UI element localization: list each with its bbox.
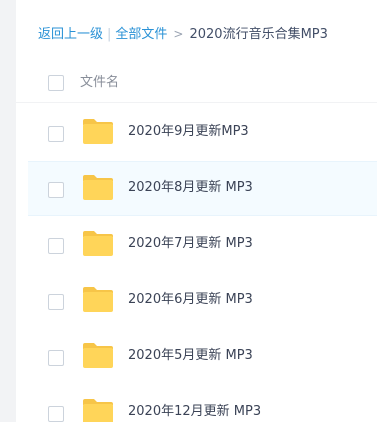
file-name[interactable]: 2020年8月更新 MP3 (128, 178, 253, 198)
file-browser: 返回上一级 | 全部文件 >2020流行音乐合集MP3 文件名 2020年9月更新MP… (0, 0, 377, 422)
sidebar-edge (0, 0, 16, 422)
folder-icon (83, 399, 113, 422)
breadcrumb-divider: | (107, 27, 112, 42)
file-row[interactable]: 2020年12月更新 MP3 (28, 386, 377, 422)
file-name[interactable]: 2020年6月更新 MP3 (128, 290, 253, 310)
name-column-header[interactable]: 文件名 (80, 73, 119, 93)
row-checkbox[interactable] (48, 182, 64, 198)
back-link[interactable]: 返回上一级 (38, 27, 103, 42)
select-all-checkbox[interactable] (48, 75, 64, 91)
folder-icon (83, 231, 113, 256)
file-name[interactable]: 2020年7月更新 MP3 (128, 234, 253, 254)
row-checkbox[interactable] (48, 294, 64, 310)
file-name[interactable]: 2020年5月更新 MP3 (128, 346, 253, 366)
file-row[interactable]: 2020年8月更新 MP3 (28, 161, 377, 216)
row-checkbox[interactable] (48, 126, 64, 142)
folder-icon (83, 343, 113, 368)
row-checkbox[interactable] (48, 238, 64, 254)
breadcrumb-arrow: > (173, 27, 184, 41)
file-row[interactable]: 2020年5月更新 MP3 (28, 330, 377, 385)
current-folder: 2020流行音乐合集MP3 (189, 27, 328, 42)
file-row[interactable]: 2020年9月更新MP3 (28, 106, 377, 161)
file-row[interactable]: 2020年6月更新 MP3 (28, 274, 377, 329)
row-checkbox[interactable] (48, 406, 64, 422)
folder-icon (83, 287, 113, 312)
file-row[interactable]: 2020年7月更新 MP3 (28, 218, 377, 273)
file-name[interactable]: 2020年12月更新 MP3 (128, 402, 261, 422)
row-checkbox[interactable] (48, 350, 64, 366)
list-header: 文件名 (16, 64, 377, 103)
file-name[interactable]: 2020年9月更新MP3 (128, 122, 249, 142)
folder-icon (83, 175, 113, 200)
all-files-link[interactable]: 全部文件 (115, 27, 167, 42)
folder-icon (83, 119, 113, 144)
breadcrumb: 返回上一级 | 全部文件 >2020流行音乐合集MP3 (38, 24, 328, 44)
